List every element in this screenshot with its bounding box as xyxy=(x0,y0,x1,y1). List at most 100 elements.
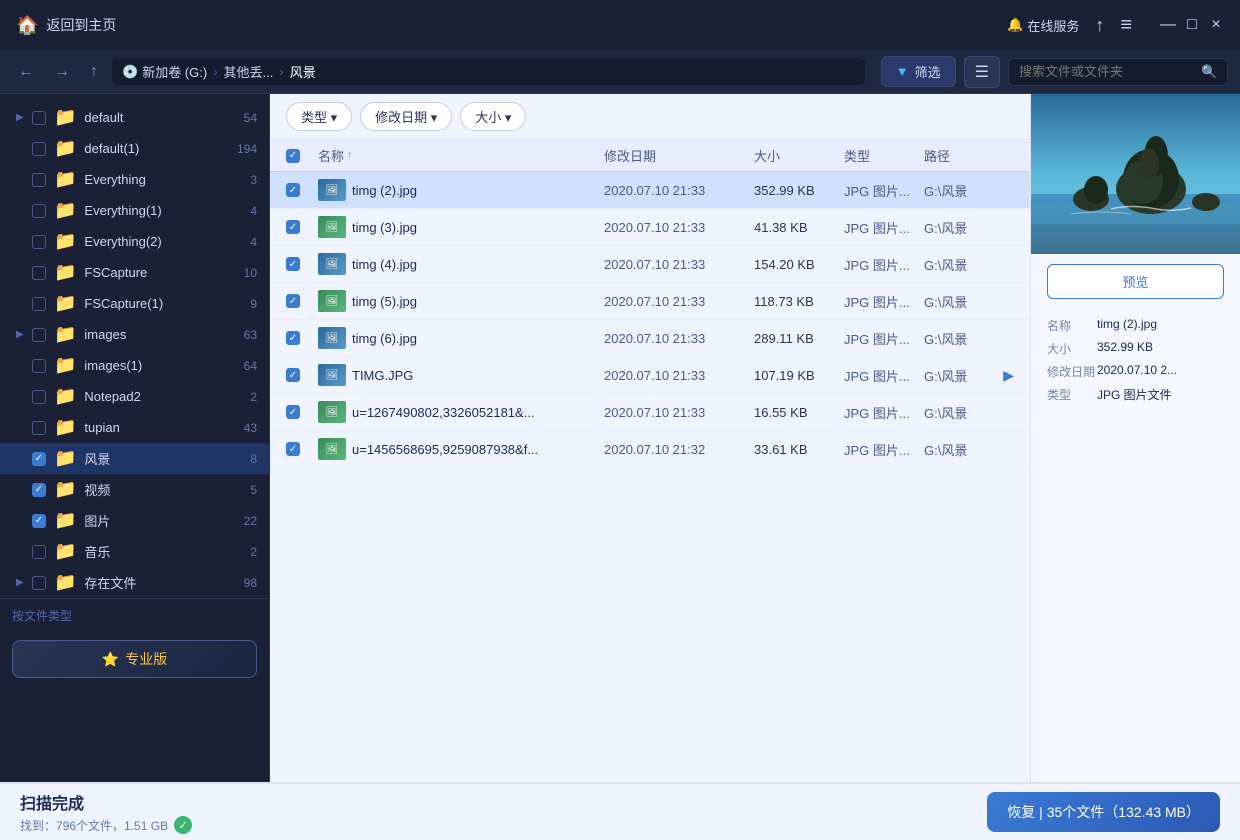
maximize-button[interactable]: □ xyxy=(1184,17,1200,33)
view-toggle-button[interactable]: ☰ xyxy=(964,56,1000,88)
back-button[interactable]: ← xyxy=(12,59,40,85)
sidebar-checkbox[interactable] xyxy=(32,297,46,311)
table-row[interactable]: ✓🖼u=1267490802,3326052181&...2020.07.10 … xyxy=(270,394,1030,431)
forward-button[interactable]: → xyxy=(48,59,76,85)
sidebar-checkbox[interactable] xyxy=(32,390,46,404)
table-row[interactable]: ✓🖼timg (5).jpg2020.07.10 21:33118.73 KBJ… xyxy=(270,283,1030,320)
sidebar-item-count: 194 xyxy=(229,142,257,156)
sidebar-item-default[interactable]: ▶📁default54 xyxy=(0,102,269,133)
sidebar-item-Everything(1)[interactable]: 📁Everything(1)4 xyxy=(0,195,269,226)
preview-image xyxy=(1031,94,1240,254)
sidebar-checkbox[interactable] xyxy=(32,173,46,187)
size-filter-pill[interactable]: 大小 ▾ xyxy=(460,102,526,131)
up-button[interactable]: ↑ xyxy=(84,59,104,85)
breadcrumb-sep2: › xyxy=(279,64,283,79)
sidebar-item-FSCapture[interactable]: 📁FSCapture10 xyxy=(0,257,269,288)
sidebar-checkbox[interactable] xyxy=(32,421,46,435)
row-size: 107.19 KB xyxy=(754,368,844,383)
sidebar-item-default(1)[interactable]: 📁default(1)194 xyxy=(0,133,269,164)
sidebar-item-视频[interactable]: ✓📁视频5 xyxy=(0,474,269,505)
breadcrumb-mid[interactable]: 其他丢... xyxy=(224,62,274,81)
scan-info: 扫描完成 找到：796个文件，1.51 GB ✓ xyxy=(20,790,192,834)
table-row[interactable]: ✓🖼TIMG.JPG2020.07.10 21:33107.19 KBJPG 图… xyxy=(270,357,1030,394)
sidebar-checkbox[interactable]: ✓ xyxy=(32,514,46,528)
row-name: 🖼u=1456568695,9259087938&f... xyxy=(318,438,604,460)
date-filter-pill[interactable]: 修改日期 ▾ xyxy=(360,102,452,131)
pro-label: 专业版 xyxy=(125,649,167,669)
search-icon[interactable]: 🔍 xyxy=(1201,64,1217,80)
row-type: JPG 图片... xyxy=(844,403,924,422)
info-type-value: JPG 图片文件 xyxy=(1097,386,1224,403)
type-filter-label: 类型 ▾ xyxy=(301,107,337,126)
row-checkbox[interactable]: ✓ xyxy=(286,183,318,197)
sidebar-item-风景[interactable]: ✓📁风景8 xyxy=(0,443,269,474)
sidebar-item-FSCapture(1)[interactable]: 📁FSCapture(1)9 xyxy=(0,288,269,319)
sidebar-checkbox[interactable] xyxy=(32,359,46,373)
row-type: JPG 图片... xyxy=(844,366,924,385)
row-name: 🖼timg (4).jpg xyxy=(318,253,604,275)
sidebar: ▶📁default54📁default(1)194📁Everything3📁Ev… xyxy=(0,94,270,782)
type-filter-pill[interactable]: 类型 ▾ xyxy=(286,102,352,131)
sidebar-item-图片[interactable]: ✓📁图片22 xyxy=(0,505,269,536)
row-checkbox[interactable]: ✓ xyxy=(286,442,318,456)
sidebar-item-count: 9 xyxy=(229,297,257,311)
sidebar-item-label: 音乐 xyxy=(84,542,225,561)
play-icon[interactable]: ▶ xyxy=(1003,367,1014,384)
sidebar-item-images[interactable]: ▶📁images63 xyxy=(0,319,269,350)
sidebar-item-count: 8 xyxy=(229,452,257,466)
row-size: 352.99 KB xyxy=(754,183,844,198)
sidebar-checkbox[interactable] xyxy=(32,235,46,249)
sidebar-checkbox[interactable] xyxy=(32,545,46,559)
sidebar-item-存在文件[interactable]: ▶📁存在文件98 xyxy=(0,567,269,598)
sidebar-checkbox[interactable]: ✓ xyxy=(32,483,46,497)
row-checkbox[interactable]: ✓ xyxy=(286,294,318,308)
pro-button[interactable]: ⭐专业版 xyxy=(12,640,257,678)
sidebar-checkbox[interactable] xyxy=(32,266,46,280)
preview-button[interactable]: 预览 xyxy=(1047,264,1224,299)
sidebar-item-Everything[interactable]: 📁Everything3 xyxy=(0,164,269,195)
sidebar-arrow: ▶ xyxy=(16,112,28,123)
file-name-text: timg (3).jpg xyxy=(352,220,417,235)
table-row[interactable]: ✓🖼timg (6).jpg2020.07.10 21:33289.11 KBJ… xyxy=(270,320,1030,357)
search-input[interactable] xyxy=(1019,64,1195,79)
table-row[interactable]: ✓🖼timg (2).jpg2020.07.10 21:33352.99 KBJ… xyxy=(270,172,1030,209)
sidebar-checkbox[interactable] xyxy=(32,576,46,590)
menu-icon[interactable]: ≡ xyxy=(1120,14,1132,37)
header-checkbox[interactable]: ✓ xyxy=(286,146,318,165)
sidebar-item-tupian[interactable]: 📁tupian43 xyxy=(0,412,269,443)
row-path: G:\风景 xyxy=(924,403,1014,422)
sidebar-checkbox[interactable] xyxy=(32,328,46,342)
sidebar-item-images(1)[interactable]: 📁images(1)64 xyxy=(0,350,269,381)
row-checkbox[interactable]: ✓ xyxy=(286,368,318,382)
filter-button[interactable]: ▼ 筛选 xyxy=(881,56,956,87)
close-button[interactable]: × xyxy=(1208,17,1224,33)
home-label[interactable]: 返回到主页 xyxy=(46,15,116,35)
sidebar-checkbox[interactable] xyxy=(32,142,46,156)
online-service[interactable]: 🔔 在线服务 xyxy=(1007,16,1079,35)
row-checkbox[interactable]: ✓ xyxy=(286,257,318,271)
folder-icon: 📁 xyxy=(54,417,76,438)
row-checkbox[interactable]: ✓ xyxy=(286,405,318,419)
sidebar-item-label: images xyxy=(84,327,225,342)
row-checkbox[interactable]: ✓ xyxy=(286,331,318,345)
header-name[interactable]: 名称 ↑ xyxy=(318,146,604,165)
row-checkbox[interactable]: ✓ xyxy=(286,220,318,234)
breadcrumb-drive[interactable]: 新加卷 (G:) xyxy=(142,62,207,81)
minimize-button[interactable]: — xyxy=(1160,17,1176,33)
sidebar-checkbox[interactable]: ✓ xyxy=(32,452,46,466)
file-thumbnail: 🖼 xyxy=(318,364,346,386)
online-service-label: 在线服务 xyxy=(1027,16,1079,35)
share-icon[interactable]: ↑ xyxy=(1095,15,1104,36)
sidebar-checkbox[interactable] xyxy=(32,111,46,125)
folder-icon: 📁 xyxy=(54,231,76,252)
recover-button[interactable]: 恢复 | 35个文件（132.43 MB） xyxy=(987,792,1220,832)
sidebar-checkbox[interactable] xyxy=(32,204,46,218)
row-type: JPG 图片... xyxy=(844,181,924,200)
table-row[interactable]: ✓🖼u=1456568695,9259087938&f...2020.07.10… xyxy=(270,431,1030,468)
sidebar-item-Everything(2)[interactable]: 📁Everything(2)4 xyxy=(0,226,269,257)
sidebar-item-音乐[interactable]: 📁音乐2 xyxy=(0,536,269,567)
table-row[interactable]: ✓🖼timg (3).jpg2020.07.10 21:3341.38 KBJP… xyxy=(270,209,1030,246)
table-row[interactable]: ✓🖼timg (4).jpg2020.07.10 21:33154.20 KBJ… xyxy=(270,246,1030,283)
info-type-label: 类型 xyxy=(1047,386,1097,403)
sidebar-item-Notepad2[interactable]: 📁Notepad22 xyxy=(0,381,269,412)
